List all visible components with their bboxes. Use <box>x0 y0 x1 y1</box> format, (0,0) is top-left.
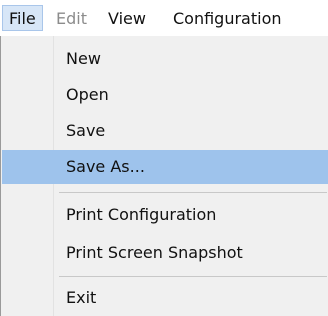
menu-file[interactable]: File <box>2 5 43 31</box>
menu-bar: File Edit View Configuration <box>0 0 328 36</box>
menu-separator <box>59 276 327 277</box>
menu-item-save-as[interactable]: Save As... <box>2 150 328 184</box>
menu-item-label: Save <box>66 121 106 140</box>
menu-item-exit[interactable]: Exit <box>2 281 328 315</box>
menu-item-label: Exit <box>66 288 97 307</box>
menu-item-print-screen-snapshot[interactable]: Print Screen Snapshot <box>2 236 328 270</box>
menu-item-label: Print Configuration <box>66 205 217 224</box>
menu-configuration[interactable]: Configuration <box>173 8 282 30</box>
menu-item-save[interactable]: Save <box>2 114 328 148</box>
menu-item-new[interactable]: New <box>2 42 328 76</box>
menu-view[interactable]: View <box>108 8 146 30</box>
menu-item-open[interactable]: Open <box>2 78 328 112</box>
menu-item-label: New <box>66 49 101 68</box>
menu-item-print-configuration[interactable]: Print Configuration <box>2 198 328 232</box>
menu-item-label: Open <box>66 85 109 104</box>
application-window: File Edit View Configuration New Open Sa… <box>0 0 328 316</box>
menu-edit[interactable]: Edit <box>56 8 87 30</box>
menu-separator <box>59 192 327 193</box>
menu-item-label: Print Screen Snapshot <box>66 243 243 262</box>
file-dropdown-menu: New Open Save Save As... Print Configura… <box>0 36 328 316</box>
menu-item-label: Save As... <box>66 157 145 176</box>
